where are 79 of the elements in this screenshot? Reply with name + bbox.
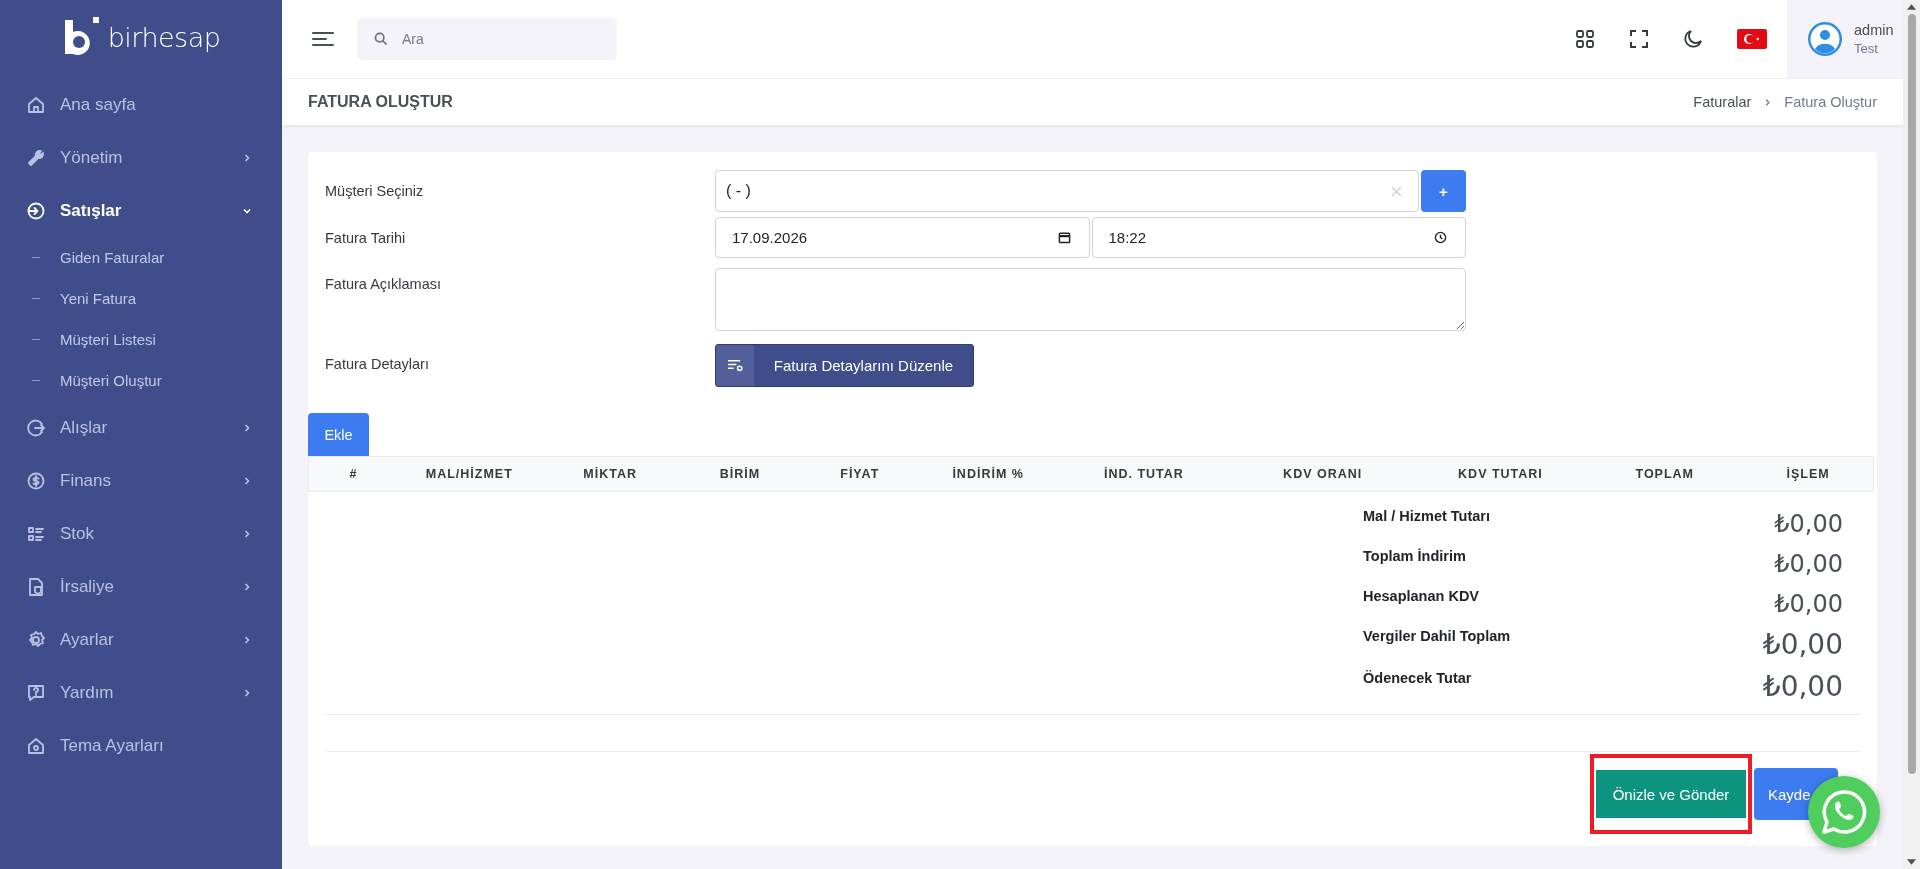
submenu-item[interactable]: Müşteri Oluştur xyxy=(0,360,282,401)
sign-out-icon xyxy=(26,417,46,438)
submenu-item[interactable]: Giden Faturalar xyxy=(0,237,282,278)
home-icon xyxy=(26,94,46,115)
total-value: ₺0,00 xyxy=(1773,589,1843,620)
nav-item[interactable]: İrsaliye xyxy=(0,560,282,613)
clock-icon[interactable] xyxy=(1434,231,1447,244)
add-row-button[interactable]: Ekle xyxy=(308,413,369,456)
column-header: FİYAT xyxy=(839,467,881,481)
description-field[interactable] xyxy=(715,268,1466,331)
breadcrumb-item: Fatura Oluştur xyxy=(1784,94,1877,110)
nav-item[interactable]: Satışlar xyxy=(0,184,282,237)
column-header: KDV TUTARI xyxy=(1457,467,1544,481)
total-value: ₺0,00 xyxy=(1761,627,1843,663)
add-customer-button[interactable]: + xyxy=(1421,170,1466,212)
nav-item[interactable]: Tema Ayarları xyxy=(0,719,282,772)
logo-text: birhesap xyxy=(107,21,221,53)
calendar-icon[interactable] xyxy=(1057,231,1071,244)
nav-item[interactable]: Ayarlar xyxy=(0,613,282,666)
user-menu[interactable]: admin Test xyxy=(1787,0,1903,78)
total-label: Hesaplanan KDV xyxy=(1363,587,1481,606)
column-header: MAL/HİZMET xyxy=(424,467,514,481)
nav-item[interactable]: Alışlar xyxy=(0,401,282,454)
column-header: İND. TUTAR xyxy=(1102,467,1185,481)
search-icon xyxy=(374,32,388,46)
total-value: ₺0,00 xyxy=(1761,669,1843,705)
column-header: BİRİM xyxy=(718,467,762,481)
total-value: ₺0,00 xyxy=(1773,549,1843,580)
chevron-right-icon xyxy=(1763,97,1773,107)
column-header: KDV ORANI xyxy=(1282,467,1364,481)
user-role: Test xyxy=(1854,41,1879,56)
nav-item[interactable]: Yönetim xyxy=(0,131,282,184)
apps-grid-icon[interactable] xyxy=(1575,29,1595,49)
whatsapp-icon[interactable] xyxy=(1808,776,1880,848)
list-settings-icon xyxy=(726,359,744,372)
flag-icon[interactable] xyxy=(1737,29,1767,49)
page-title: FATURA OLUŞTUR xyxy=(308,93,453,111)
scrollbar[interactable] xyxy=(1903,0,1920,869)
gear-icon xyxy=(26,629,46,650)
scroll-down-icon[interactable] xyxy=(1907,859,1916,865)
field-label: Fatura Tarihi xyxy=(325,229,407,246)
nav-item[interactable]: Ana sayfa xyxy=(0,78,282,131)
avatar-icon xyxy=(1807,21,1843,57)
nav-item[interactable]: Yardım xyxy=(0,666,282,719)
search-field[interactable]: Ara xyxy=(357,18,617,60)
sign-in-icon xyxy=(26,200,46,221)
date-field[interactable]: 17.09.2026 xyxy=(715,217,1090,258)
submenu-item[interactable]: Yeni Fatura xyxy=(0,278,282,319)
total-label: Toplam İndirim xyxy=(1363,547,1467,566)
menu-icon[interactable] xyxy=(312,31,334,47)
total-label: Ödenecek Tutar xyxy=(1363,669,1473,688)
column-header: İŞLEM xyxy=(1785,467,1831,481)
field-label: Fatura Detayları xyxy=(325,355,430,372)
customer-select[interactable]: ( - ) xyxy=(715,170,1419,212)
field-label: Müşteri Seçiniz xyxy=(325,183,425,199)
fullscreen-icon[interactable] xyxy=(1629,29,1649,49)
user-name: admin xyxy=(1854,22,1894,38)
question-icon xyxy=(26,682,46,703)
document-icon xyxy=(26,576,46,597)
total-value: ₺0,00 xyxy=(1773,509,1843,540)
edit-details-button[interactable]: Fatura Detaylarını Düzenle xyxy=(715,344,974,387)
total-label: Mal / Hizmet Tutarı xyxy=(1363,507,1492,526)
dollar-icon xyxy=(26,470,46,491)
house-gear-icon xyxy=(26,735,46,756)
moon-icon[interactable] xyxy=(1683,29,1703,49)
scroll-up-icon[interactable] xyxy=(1907,4,1916,10)
submenu-item[interactable]: Müşteri Listesi xyxy=(0,319,282,360)
time-field[interactable]: 18:22 xyxy=(1091,217,1466,258)
preview-send-button[interactable]: Önizle ve Gönder xyxy=(1596,770,1746,818)
breadcrumb-item[interactable]: Faturalar xyxy=(1693,94,1752,110)
column-header: # xyxy=(348,467,359,481)
column-header: MİKTAR xyxy=(582,467,638,481)
field-label: Fatura Açıklaması xyxy=(325,275,443,292)
nav-item[interactable]: Finans xyxy=(0,454,282,507)
column-header: İNDİRİM % xyxy=(951,467,1025,481)
column-header: TOPLAM xyxy=(1634,467,1696,481)
nav-item[interactable]: Stok xyxy=(0,507,282,560)
wrench-icon xyxy=(26,147,46,168)
total-label: Vergiler Dahil Toplam xyxy=(1363,627,1512,646)
